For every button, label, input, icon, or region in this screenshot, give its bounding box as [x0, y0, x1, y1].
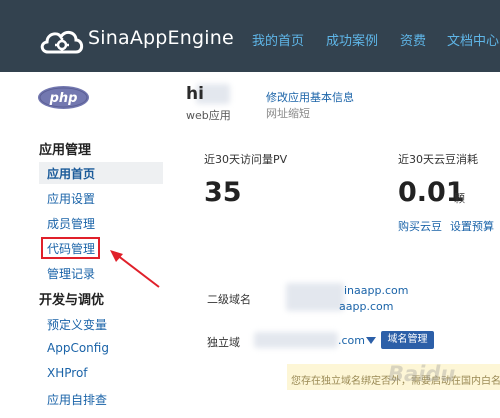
nav-link-docs[interactable]: 文档中心 — [447, 30, 499, 49]
blurred-independent-domain — [254, 332, 338, 348]
domain-management-button[interactable]: 域名管理 — [381, 331, 434, 349]
chevron-down-icon[interactable] — [366, 335, 376, 345]
cloud-gear-icon[interactable] — [38, 24, 86, 56]
app-type: web应用 — [186, 109, 231, 122]
independent-domain-label: 独立域 — [207, 336, 240, 349]
sidebar-item-app-home[interactable]: 应用首页 — [47, 165, 95, 182]
baidu-watermark: Baidu — [388, 362, 456, 386]
sidebar-item-appconfig[interactable]: AppConfig — [47, 341, 109, 355]
second-level-domain-2[interactable]: aapp.com — [339, 300, 393, 313]
sidebar-item-xhprof[interactable]: XHProf — [47, 366, 88, 380]
brand-name[interactable]: SinaAppEngine — [88, 27, 234, 49]
sidebar-item-management-log[interactable]: 管理记录 — [47, 265, 95, 282]
sidebar-item-app-settings[interactable]: 应用设置 — [47, 190, 95, 207]
nav-link-cases[interactable]: 成功案例 — [326, 30, 378, 49]
second-level-domain-1[interactable]: inaapp.com — [344, 284, 408, 297]
blurred-domain — [286, 283, 344, 311]
section-title-app-management: 应用管理 — [39, 143, 92, 158]
nav-link-pricing[interactable]: 资费 — [400, 30, 426, 49]
red-arrow-annotation — [110, 250, 160, 288]
php-logo-text: php — [49, 91, 78, 106]
section-title-dev-tuning: 开发与调优 — [39, 293, 105, 308]
independent-domain-value[interactable]: .com — [338, 334, 365, 347]
short-url-label: 网址缩短 — [266, 107, 310, 120]
nav-link-home[interactable]: 我的首页 — [252, 30, 304, 49]
buy-cloud-bean-link[interactable]: 购买云豆 — [398, 218, 442, 234]
cloud-bean-unit: 颗 — [454, 192, 465, 205]
pv-label: 近30天访问量PV — [204, 153, 288, 166]
second-level-domain-label: 二级域名 — [207, 293, 251, 306]
php-logo: php — [38, 86, 89, 109]
app-name: hi — [186, 84, 204, 104]
pv-value: 35 — [204, 177, 242, 208]
cloud-bean-label: 近30天云豆消耗 — [398, 153, 478, 166]
highlight-box — [41, 237, 100, 259]
sidebar-item-predefined-vars[interactable]: 预定义变量 — [47, 316, 107, 333]
sidebar-item-members[interactable]: 成员管理 — [47, 215, 95, 232]
set-budget-link[interactable]: 设置预算 — [450, 218, 494, 234]
edit-app-info-link[interactable]: 修改应用基本信息 — [266, 89, 354, 105]
sidebar-item-self-check[interactable]: 应用自排查 — [47, 391, 107, 408]
